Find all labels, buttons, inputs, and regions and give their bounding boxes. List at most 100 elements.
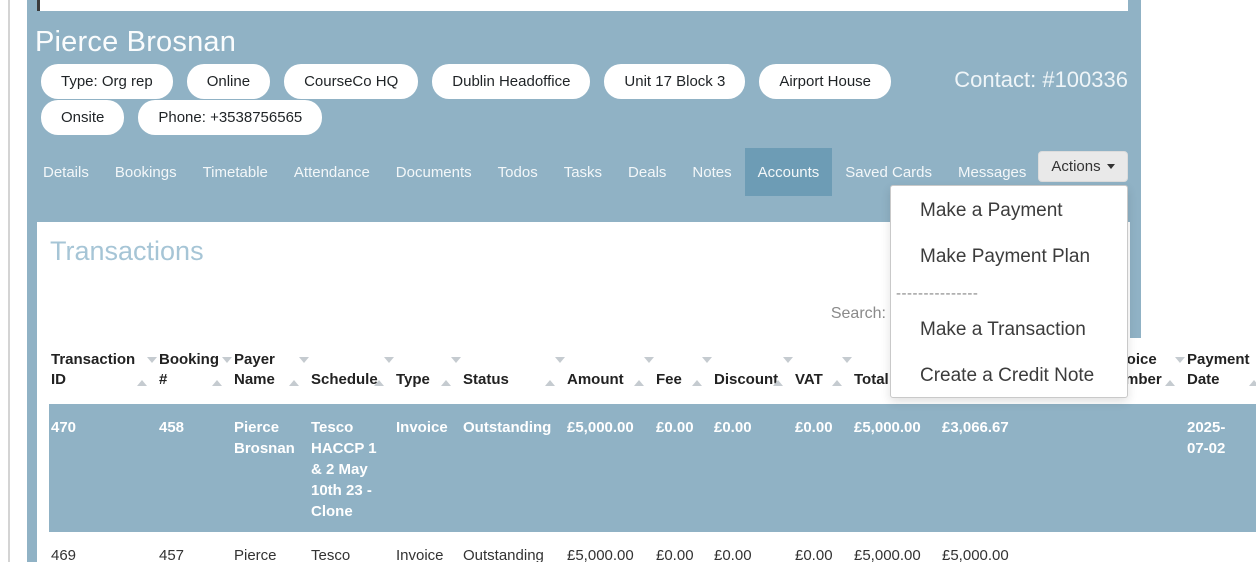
sort-up-icon <box>634 363 644 386</box>
menu-divider: --------------- <box>891 280 1127 307</box>
tab-timetable[interactable]: Timetable <box>190 148 281 196</box>
sort-down-icon <box>842 357 852 380</box>
cell-fee: £0.00 <box>654 404 712 532</box>
tab-deals[interactable]: Deals <box>615 148 679 196</box>
sort-down-icon <box>451 357 461 380</box>
menu-item-create-a-credit-note[interactable]: Create a Credit Note <box>891 353 1127 399</box>
menu-item-make-payment-plan[interactable]: Make Payment Plan <box>891 234 1127 280</box>
contact-badge-phone-3538756565: Phone: +3538756565 <box>138 100 322 135</box>
sort-icon <box>441 362 451 382</box>
table-row[interactable]: 469457PierceTescoInvoiceOutstanding£5,00… <box>49 532 1256 562</box>
column-header-discount[interactable]: Discount <box>712 338 793 404</box>
contact-badge-airport-house: Airport House <box>759 64 891 99</box>
actions-button-label: Actions <box>1051 158 1100 175</box>
sort-down-icon <box>222 357 232 380</box>
tab-attendance[interactable]: Attendance <box>281 148 383 196</box>
column-header-transaction-id[interactable]: Transaction ID <box>49 338 157 404</box>
cell-vat: £0.00 <box>793 532 852 562</box>
cell-total: £5,000.00 <box>852 532 940 562</box>
sort-down-icon <box>384 357 394 380</box>
contact-badge-unit-17-block-3: Unit 17 Block 3 <box>604 64 745 99</box>
cell-transaction-id: 470 <box>49 404 157 532</box>
cell-col-12: £5,000.00 <box>940 532 1103 562</box>
sort-icon <box>692 362 702 382</box>
sort-up-icon <box>1249 363 1256 386</box>
column-label-total: Total <box>854 371 889 388</box>
page: Pierce Brosnan Contact: #100336 Type: Or… <box>0 0 1256 562</box>
column-label-type: Type <box>396 371 430 388</box>
table-row[interactable]: 470458Pierce BrosnanTesco HACCP 1 & 2 Ma… <box>49 404 1256 532</box>
sort-up-icon <box>289 363 299 386</box>
cell-invoice-number <box>1103 404 1185 532</box>
tab-bookings[interactable]: Bookings <box>102 148 190 196</box>
page-title: Pierce Brosnan <box>35 26 236 59</box>
search-label: Search: <box>831 305 886 323</box>
column-label-booking: Booking # <box>159 351 219 388</box>
top-card-edge <box>37 0 1128 11</box>
column-label-vat: VAT <box>795 371 823 388</box>
tab-details[interactable]: Details <box>30 148 102 196</box>
actions-dropdown-menu: Make a PaymentMake Payment Plan---------… <box>890 185 1128 398</box>
column-label-status: Status <box>463 371 509 388</box>
contact-badge-dublin-headoffice: Dublin Headoffice <box>432 64 590 99</box>
cell-schedule: Tesco HACCP 1 & 2 May 10th 23 - Clone <box>309 404 394 532</box>
cell-amount: £5,000.00 <box>565 532 654 562</box>
menu-item-make-a-transaction[interactable]: Make a Transaction <box>891 307 1127 353</box>
column-label-amount: Amount <box>567 371 624 388</box>
sort-icon <box>832 362 842 382</box>
tab-bar: DetailsBookingsTimetableAttendanceDocume… <box>30 148 1039 196</box>
caret-down-icon <box>1107 164 1115 169</box>
tab-notes[interactable]: Notes <box>679 148 744 196</box>
sort-down-icon <box>299 357 309 380</box>
cell-schedule: Tesco <box>309 532 394 562</box>
cell-invoice-number <box>1103 532 1185 562</box>
cell-discount: £0.00 <box>712 404 793 532</box>
tab-todos[interactable]: Todos <box>485 148 551 196</box>
column-header-fee[interactable]: Fee <box>654 338 712 404</box>
sort-icon <box>1165 362 1175 382</box>
column-header-amount[interactable]: Amount <box>565 338 654 404</box>
tab-accounts[interactable]: Accounts <box>745 148 833 196</box>
cell-payer-name: Pierce Brosnan <box>232 404 309 532</box>
sort-down-icon <box>147 357 157 380</box>
sort-up-icon <box>374 363 384 386</box>
cell-payer-name: Pierce <box>232 532 309 562</box>
sort-up-icon <box>692 363 702 386</box>
contact-badge-online: Online <box>187 64 270 99</box>
sort-down-icon <box>1175 357 1185 380</box>
tab-tasks[interactable]: Tasks <box>551 148 615 196</box>
cell-transaction-id: 469 <box>49 532 157 562</box>
menu-item-make-a-payment[interactable]: Make a Payment <box>891 188 1127 234</box>
contact-badge-onsite: Onsite <box>41 100 124 135</box>
cell-vat: £0.00 <box>793 404 852 532</box>
contact-badges: Type: Org rep Online CourseCo HQ Dublin Hea… <box>41 64 903 135</box>
sort-up-icon <box>832 363 842 386</box>
column-label-schedule: Schedule <box>311 371 378 388</box>
column-header-status[interactable]: Status <box>461 338 565 404</box>
tab-documents[interactable]: Documents <box>383 148 485 196</box>
sort-up-icon <box>212 363 222 386</box>
cell-payment-date <box>1185 532 1256 562</box>
cell-booking: 458 <box>157 404 232 532</box>
column-label-payment-date: Payment Date <box>1187 351 1250 388</box>
column-label-transaction-id: Transaction ID <box>51 351 135 388</box>
column-header-booking[interactable]: Booking # <box>157 338 232 404</box>
cell-payment-date: 2025-07-02 <box>1185 404 1256 532</box>
column-header-schedule[interactable]: Schedule <box>309 338 394 404</box>
cell-type: Invoice <box>394 404 461 532</box>
cell-amount: £5,000.00 <box>565 404 654 532</box>
cell-fee: £0.00 <box>654 532 712 562</box>
column-header-payment-date[interactable]: Payment Date <box>1185 338 1256 404</box>
sort-up-icon <box>137 363 147 386</box>
column-header-payer-name[interactable]: Payer Name <box>232 338 309 404</box>
contact-badge-courseco-hq: CourseCo HQ <box>284 64 418 99</box>
column-header-vat[interactable]: VAT <box>793 338 852 404</box>
sort-up-icon <box>1165 363 1175 386</box>
cell-discount: £0.00 <box>712 532 793 562</box>
column-header-type[interactable]: Type <box>394 338 461 404</box>
sort-icon <box>137 362 147 382</box>
actions-button[interactable]: Actions <box>1038 151 1128 182</box>
sort-icon <box>212 362 222 382</box>
cell-col-12: £3,066.67 <box>940 404 1103 532</box>
contact-badge-type-org-rep: Type: Org rep <box>41 64 173 99</box>
